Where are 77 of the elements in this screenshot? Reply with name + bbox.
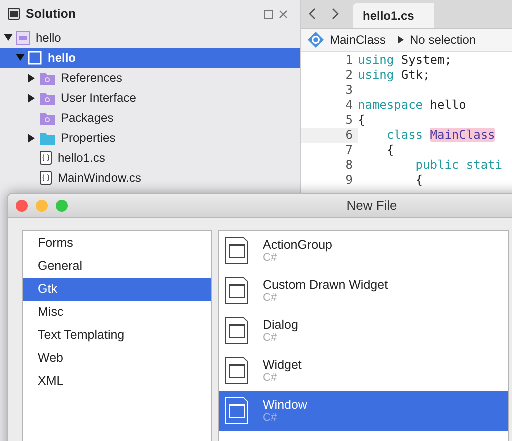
- code-line: {: [358, 113, 366, 128]
- close-icon[interactable]: [279, 10, 288, 18]
- code-line: {: [414, 173, 424, 188]
- solution-icon: [16, 31, 30, 45]
- line-number: 9: [344, 173, 354, 188]
- tree-item[interactable]: hello1.cs: [0, 148, 300, 168]
- category-item[interactable]: Web: [23, 347, 211, 370]
- expanded-icon[interactable]: [4, 34, 13, 42]
- template-language: C#: [263, 252, 278, 264]
- maximize-icon[interactable]: [264, 10, 273, 18]
- template-language: C#: [263, 292, 278, 304]
- project-icon: [28, 51, 42, 65]
- window-file-icon: [225, 277, 249, 305]
- window-file-icon: [225, 357, 249, 385]
- tree-item[interactable]: User Interface: [0, 88, 300, 108]
- tree-item[interactable]: References: [0, 68, 300, 88]
- forward-icon[interactable]: [331, 8, 339, 20]
- folder-icon: [40, 132, 55, 144]
- breadcrumb-type[interactable]: MainClass: [330, 33, 386, 47]
- separator-icon: [398, 36, 404, 44]
- line-number: 3: [344, 83, 354, 98]
- close-button[interactable]: [16, 200, 28, 212]
- window-file-icon: [225, 317, 249, 345]
- category-item[interactable]: XML: [23, 370, 211, 393]
- folder-icon: [40, 72, 55, 84]
- line-number: 7: [344, 143, 354, 158]
- code-line: public stati: [414, 158, 502, 173]
- code-file-icon: [40, 171, 52, 185]
- tree-item[interactable]: MainWindow.cs: [0, 168, 300, 188]
- tree-item[interactable]: hello: [0, 48, 300, 68]
- template-item[interactable]: Window C#: [219, 391, 508, 431]
- line-number: 4: [344, 98, 354, 113]
- template-language: C#: [263, 332, 278, 344]
- template-item[interactable]: Custom Drawn Widget C#: [219, 271, 508, 311]
- category-item[interactable]: Gtk: [23, 278, 211, 301]
- pad-title: Solution: [26, 7, 76, 21]
- pad-icon: [8, 8, 20, 20]
- template-item[interactable]: Dialog C#: [219, 311, 508, 351]
- collapsed-icon[interactable]: [28, 74, 36, 82]
- editor-tab[interactable]: hello1.cs: [353, 3, 434, 28]
- tree-item[interactable]: hello: [0, 28, 300, 48]
- code-line: using Gtk;: [358, 68, 430, 83]
- collapsed-icon[interactable]: [28, 134, 36, 142]
- code-line: using System;: [358, 53, 452, 68]
- template-name: Window: [263, 398, 308, 412]
- tree-item[interactable]: Packages: [0, 108, 300, 128]
- code-line: namespace hello: [358, 98, 466, 113]
- template-item[interactable]: Widget C#: [219, 351, 508, 391]
- category-item[interactable]: General: [23, 255, 211, 278]
- template-name: ActionGroup: [263, 238, 332, 252]
- breadcrumb-member[interactable]: No selection: [410, 33, 476, 47]
- code-line: class MainClass: [386, 128, 496, 143]
- dialog-title: New File: [346, 198, 398, 213]
- template-language: C#: [263, 412, 278, 424]
- category-item[interactable]: Text Templating: [23, 324, 211, 347]
- code-file-icon: [40, 151, 52, 165]
- window-file-icon: [225, 397, 249, 425]
- category-item[interactable]: Misc: [23, 301, 211, 324]
- line-number: 2: [344, 68, 354, 83]
- category-item[interactable]: Forms: [23, 232, 211, 255]
- tree-item[interactable]: Properties: [0, 128, 300, 148]
- template-item[interactable]: ActionGroup C#: [219, 231, 508, 271]
- window-file-icon: [225, 237, 249, 265]
- template-language: C#: [263, 372, 278, 384]
- template-name: Widget: [263, 358, 302, 372]
- class-icon: [308, 32, 324, 48]
- line-number: 1: [344, 53, 354, 68]
- line-number: 6: [301, 128, 358, 143]
- template-name: Dialog: [263, 318, 298, 332]
- line-number: 8: [344, 158, 354, 173]
- back-icon[interactable]: [309, 8, 317, 20]
- template-name: Custom Drawn Widget: [263, 278, 388, 292]
- collapsed-icon[interactable]: [28, 94, 36, 102]
- folder-icon: [40, 112, 55, 124]
- folder-icon: [40, 92, 55, 104]
- line-number: 5: [344, 113, 354, 128]
- code-line: {: [386, 143, 394, 158]
